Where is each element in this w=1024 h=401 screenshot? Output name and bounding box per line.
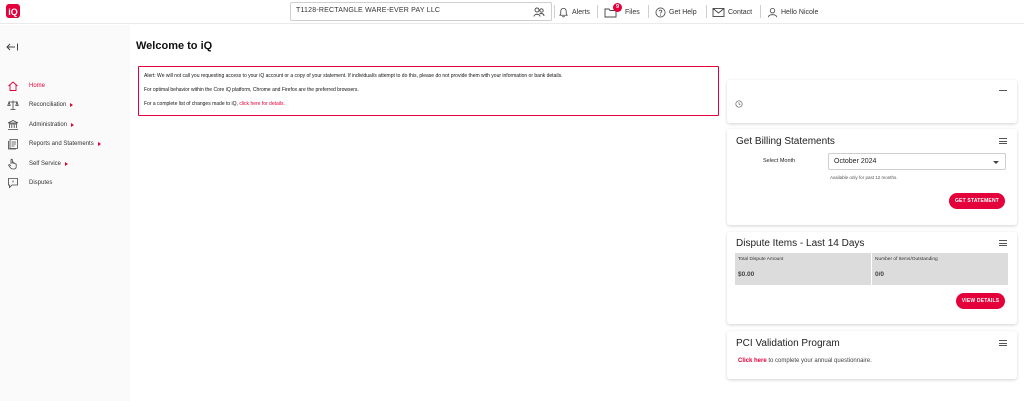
sidebar-item-disputes[interactable]: Disputes <box>7 176 52 190</box>
dispute-items-card: Dispute Items - Last 14 Days Total Dispu… <box>727 232 1017 324</box>
merchant-name: T1128-RECTANGLE WARE-EVER PAY LLC <box>296 7 441 14</box>
header-divider <box>648 5 649 18</box>
info-card <box>727 80 1017 123</box>
month-select[interactable]: October 2024 <box>828 153 1006 170</box>
header-divider <box>554 5 555 18</box>
stat-label: Total Dispute Amount <box>738 257 784 262</box>
svg-text:iQ: iQ <box>8 7 18 17</box>
selected-month: October 2024 <box>834 158 877 165</box>
people-icon[interactable] <box>533 6 545 18</box>
sidebar-item-reconciliation[interactable]: Reconciliation <box>7 98 74 112</box>
sidebar-item-label: Reports and Statements <box>29 141 94 147</box>
month-help-text: Available only for past 12 months. <box>830 175 898 180</box>
scales-icon <box>7 100 19 110</box>
browser-notice-text: For optimal behavior within the Core iQ … <box>144 87 359 93</box>
sidebar: Home Reconciliation Administration Repor… <box>0 25 130 401</box>
bell-icon <box>559 7 568 17</box>
view-details-button[interactable]: VIEW DETAILS <box>956 293 1005 309</box>
get-statement-button[interactable]: GET STATEMENT <box>949 193 1005 209</box>
merchant-selector[interactable]: T1128-RECTANGLE WARE-EVER PAY LLC <box>290 2 552 21</box>
alert-text: Alert: We will not call you requesting a… <box>144 73 563 79</box>
help-icon <box>655 7 666 17</box>
pointer-hand-icon <box>8 158 17 170</box>
user-greeting: Hello Nicole <box>781 8 819 16</box>
collapse-arrow-icon[interactable] <box>6 42 19 52</box>
sidebar-item-label: Reconciliation <box>29 102 67 108</box>
expand-caret-icon <box>70 103 74 107</box>
card-menu-icon[interactable] <box>999 240 1007 248</box>
header-divider <box>706 5 707 18</box>
changes-notice-text: For a complete list of changes made to i… <box>144 101 240 107</box>
outstanding-items: Number of Items/Outstanding 0/0 <box>871 253 1008 285</box>
header-divider <box>597 5 598 18</box>
chat-icon <box>8 178 18 189</box>
pci-card-title: PCI Validation Program <box>736 338 840 349</box>
changes-details-link[interactable]: click here for details. <box>239 101 285 107</box>
expand-caret-icon <box>71 123 75 127</box>
collapse-card-icon[interactable] <box>999 90 1007 93</box>
page-title: Welcome to iQ <box>136 40 213 52</box>
stat-label: Number of Items/Outstanding <box>875 257 938 262</box>
sidebar-item-label: Self Service <box>29 161 62 167</box>
files-count-badge: 9 <box>613 3 622 12</box>
clock-icon <box>735 100 743 108</box>
sidebar-item-administration[interactable]: Administration <box>7 118 75 132</box>
files-label: Files <box>625 8 640 16</box>
stat-value: 0/0 <box>875 271 885 278</box>
select-month-label: Select Month <box>763 158 796 164</box>
top-bar: iQ T1128-RECTANGLE WARE-EVER PAY LLC Ale… <box>0 0 1024 24</box>
stat-value: $0.00 <box>738 271 755 278</box>
sidebar-item-label: Disputes <box>29 180 53 186</box>
bank-icon <box>7 120 19 130</box>
total-dispute-amount: Total Dispute Amount $0.00 <box>735 253 871 285</box>
sidebar-item-self-service[interactable]: Self Service <box>7 157 69 171</box>
user-menu[interactable]: Hello Nicole <box>767 4 818 20</box>
dropdown-arrow-icon <box>993 161 999 164</box>
dispute-stats: Total Dispute Amount $0.00 Number of Ite… <box>735 253 1008 285</box>
pci-description: Click here to complete your annual quest… <box>738 358 872 364</box>
sidebar-item-home[interactable]: Home <box>7 79 45 93</box>
expand-caret-icon <box>97 142 101 146</box>
billing-card-title: Get Billing Statements <box>736 136 835 147</box>
pci-click-here-link[interactable]: Click here <box>738 358 767 364</box>
card-menu-icon[interactable] <box>999 340 1007 348</box>
card-menu-icon[interactable] <box>999 138 1007 146</box>
security-alert-box: Alert: We will not call you requesting a… <box>138 66 719 116</box>
contact-link[interactable]: Contact <box>712 4 752 20</box>
get-help-label: Get Help <box>669 8 697 16</box>
billing-statements-card: Get Billing Statements Select Month Octo… <box>727 129 1017 225</box>
iq-logo-icon[interactable]: iQ <box>6 4 20 18</box>
header-divider <box>760 5 761 18</box>
home-icon <box>8 81 18 91</box>
expand-caret-icon <box>65 162 69 166</box>
get-help-link[interactable]: Get Help <box>655 4 697 20</box>
pci-validation-card: PCI Validation Program Click here to com… <box>727 331 1017 379</box>
changes-notice: For a complete list of changes made to i… <box>144 101 713 107</box>
alerts-link[interactable]: Alerts <box>558 4 590 20</box>
sidebar-item-label: Administration <box>29 122 68 128</box>
alerts-label: Alerts <box>572 8 590 16</box>
sidebar-item-label: Home <box>29 83 46 89</box>
pci-description-text: to complete your annual questionnaire. <box>766 358 872 364</box>
sidebar-item-reports-and-statements[interactable]: Reports and Statements <box>7 137 101 151</box>
disputes-card-title: Dispute Items - Last 14 Days <box>736 238 865 249</box>
report-icon <box>8 139 18 150</box>
user-icon <box>767 7 778 17</box>
contact-label: Contact <box>728 8 753 16</box>
mail-icon <box>712 7 725 17</box>
